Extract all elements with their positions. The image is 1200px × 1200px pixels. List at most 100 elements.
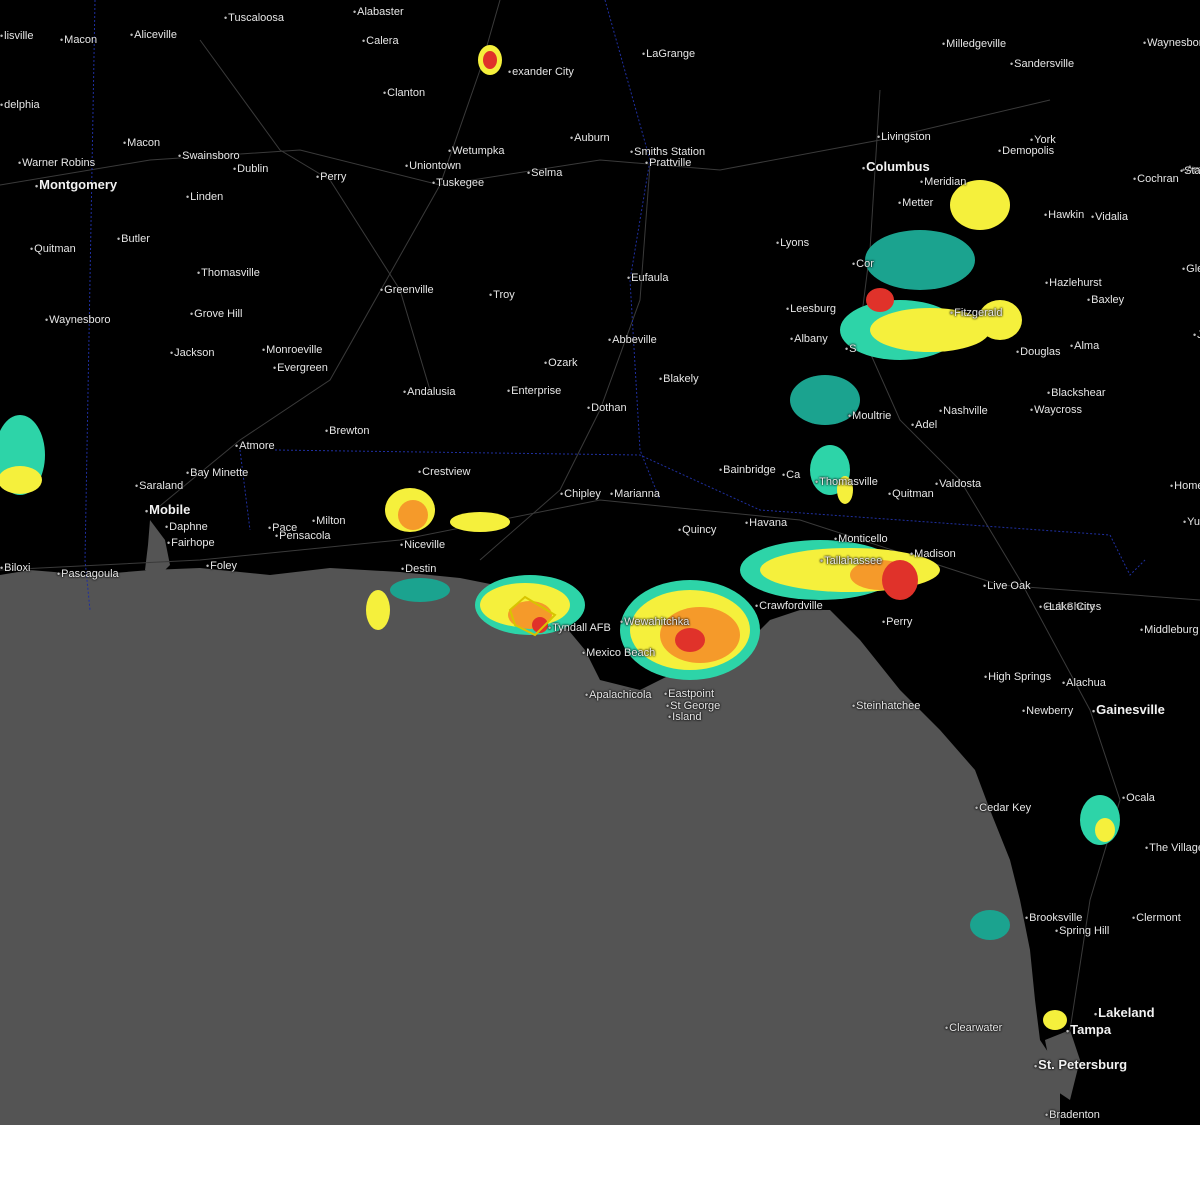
city-label: Monticello	[834, 533, 888, 545]
city-label: Butler	[117, 233, 150, 245]
gulf-water	[0, 568, 1060, 1125]
city-label: Hazlehurst	[1045, 277, 1102, 289]
city-label: Thomasville	[815, 476, 878, 488]
city-label: Crestview	[418, 466, 470, 478]
city-label: Baxley	[1087, 294, 1124, 306]
city-label: Quincy	[678, 524, 716, 536]
city-label: Quitman	[888, 488, 934, 500]
city-label: Cor	[852, 258, 874, 270]
city-label: Bradenton	[1045, 1109, 1100, 1121]
city-label: Marianna	[610, 488, 660, 500]
city-label: Ozark	[544, 357, 577, 369]
city-label: Middleburg	[1140, 624, 1198, 636]
city-label: Biloxi	[0, 562, 30, 574]
city-label: Lakeland	[1094, 1006, 1154, 1020]
city-label: Pensacola	[275, 530, 330, 542]
city-label: Calera	[362, 35, 398, 47]
city-label: Niceville	[400, 539, 445, 551]
city-label: Brewton	[325, 425, 369, 437]
city-label: Waynesbor	[1143, 37, 1200, 49]
city-label: Tuskegee	[432, 177, 484, 189]
city-label: Thomasville	[197, 267, 260, 279]
map-base-layer	[0, 0, 1200, 1125]
city-label: Tampa	[1066, 1023, 1111, 1037]
city-label: Montgomery	[35, 178, 117, 192]
city-label: Homerville	[1170, 480, 1200, 492]
city-label: delphia	[0, 99, 39, 111]
city-label: Bainbridge	[719, 464, 776, 476]
city-label: The Village	[1145, 842, 1200, 854]
city-label: Blackshear	[1047, 387, 1105, 399]
city-label: Apalachicola	[585, 689, 651, 701]
city-label: High Springs	[984, 671, 1051, 683]
city-label: Cochran	[1133, 173, 1179, 185]
city-label: Grove Hill	[190, 308, 242, 320]
city-label: Jackson	[170, 347, 214, 359]
footer-blank	[0, 1125, 1200, 1200]
city-label: Meridian	[920, 176, 966, 188]
city-label: Brooksville	[1025, 912, 1082, 924]
city-label: Quitman	[30, 243, 76, 255]
city-label: Waycross	[1030, 404, 1082, 416]
city-label: Glennvil	[1182, 263, 1200, 275]
city-label: Saraland	[135, 480, 183, 492]
city-label: Auburn	[570, 132, 609, 144]
city-label: Havana	[745, 517, 787, 529]
city-label: lisville	[0, 30, 33, 42]
city-label: S	[845, 343, 856, 355]
city-label: Chipley	[560, 488, 601, 500]
city-label: Swainsboro	[178, 150, 239, 162]
city-label: Alachua	[1062, 677, 1106, 689]
city-label: Greenville	[380, 284, 434, 296]
city-label: Jesup	[1193, 329, 1200, 341]
city-label: Prattville	[645, 157, 691, 169]
city-label: Troy	[489, 289, 515, 301]
city-label: Mobile	[145, 503, 190, 517]
city-label: Destin	[401, 563, 436, 575]
city-label: Mexico Beach	[582, 647, 655, 659]
city-label: Tyndall AFB	[548, 622, 611, 634]
city-label: Selma	[527, 167, 562, 179]
city-label: Nashville	[939, 405, 988, 417]
city-label: Fitzgerald	[950, 307, 1002, 319]
city-label: Enterprise	[507, 385, 561, 397]
city-label: Moultrie	[848, 410, 891, 422]
city-label: Perry	[882, 616, 912, 628]
city-label: Lyons	[776, 237, 809, 249]
city-label: Andalusia	[403, 386, 455, 398]
radar-map[interactable]: Tuscaloosa Alabaster Calera lisville Macon Al…	[0, 0, 1200, 1125]
city-label: Cedar Key	[975, 802, 1031, 814]
city-label: Hawkin	[1044, 209, 1084, 221]
city-label: Foley	[206, 560, 237, 572]
city-label: Macon	[60, 34, 97, 46]
city-label: Vidalia	[1091, 211, 1128, 223]
city-label: Dublin	[233, 163, 268, 175]
city-label: Newberry	[1022, 705, 1073, 717]
city-label: Tallahassee	[820, 555, 882, 567]
city-label: Madison	[910, 548, 956, 560]
city-label: Alma	[1070, 340, 1099, 352]
city-label: Metter	[898, 197, 933, 209]
city-label: Columbus	[862, 160, 930, 174]
city-label: Spring Hill	[1055, 925, 1109, 937]
city-label: Milledgeville	[942, 38, 1006, 50]
city-label: Perry	[316, 171, 346, 183]
city-label: St. Petersburg	[1034, 1058, 1127, 1072]
city-label: Uniontown	[405, 160, 461, 172]
city-label: Eastpoint	[664, 688, 714, 700]
city-label: Fairhope	[167, 537, 214, 549]
city-label: Gainesville	[1092, 703, 1165, 717]
city-label: Ca	[782, 469, 800, 481]
city-label: Demopolis	[998, 145, 1054, 157]
city-label: Linden	[186, 191, 223, 203]
city-label: Leesburg	[786, 303, 836, 315]
city-label: Warner Robins	[18, 157, 95, 169]
city-label: Dothan	[587, 402, 626, 414]
city-label: Wetumpka	[448, 145, 504, 157]
city-label: Atmore	[235, 440, 274, 452]
city-label: Yu	[1183, 516, 1200, 528]
city-label: Albany	[790, 333, 828, 345]
city-label: Ocala	[1122, 792, 1155, 804]
city-label: Island	[668, 711, 701, 723]
city-label: Clanton	[383, 87, 425, 99]
